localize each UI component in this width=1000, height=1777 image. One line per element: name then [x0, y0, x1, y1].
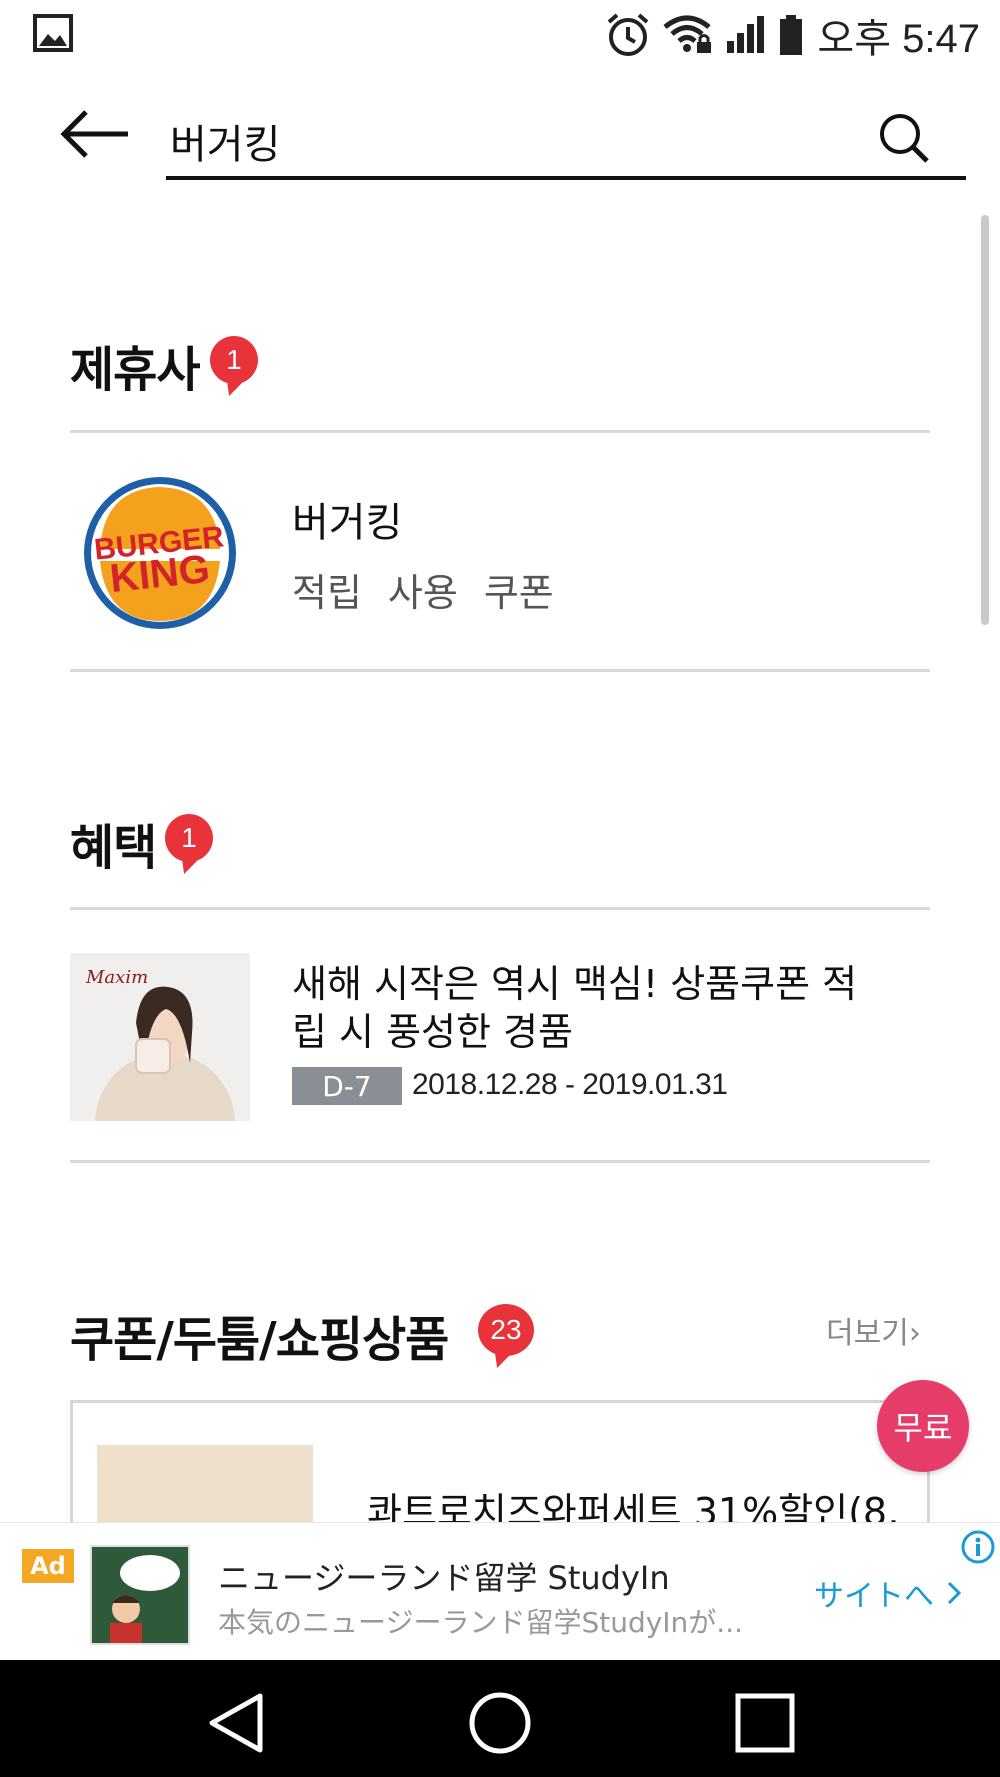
benefits-title: 혜택: [70, 820, 157, 876]
search-icon[interactable]: [878, 112, 930, 164]
status-icons: 오후 5:47: [605, 10, 980, 61]
burger-king-logo: BURGER KING: [84, 477, 236, 629]
ad-label: Ad: [22, 1549, 74, 1583]
dday-badge: D-7: [292, 1067, 402, 1105]
alarm-icon: [608, 13, 649, 56]
ad-description: 本気のニュージーランド留学StudyInが...: [218, 1606, 743, 1639]
ad-title: ニュージーランド留学 StudyIn: [218, 1559, 670, 1597]
status-bar: 오후 5:47: [0, 0, 1000, 72]
chevron-right-icon: [947, 1581, 962, 1605]
partner-tag: 사용: [387, 571, 458, 615]
status-time: 오후 5:47: [817, 17, 980, 61]
battery-icon: [780, 15, 803, 55]
coupons-title: 쿠폰/두툼/쇼핑상품: [70, 1312, 449, 1368]
coupons-count-badge: 23: [478, 1304, 534, 1356]
partner-tags: 적립 사용 쿠폰: [292, 562, 554, 617]
search-header: 버거킹: [0, 80, 1000, 190]
nav-recents-icon[interactable]: [730, 1688, 800, 1758]
free-badge: 무료: [877, 1380, 969, 1472]
ad-info-icon[interactable]: [960, 1529, 996, 1565]
benefit-period: 2018.12.28 - 2019.01.31: [412, 1068, 728, 1101]
back-arrow-icon[interactable]: [58, 106, 132, 162]
divider: [70, 907, 930, 910]
benefit-thumbnail: Maxim: [70, 953, 250, 1121]
ad-banner[interactable]: Ad ニュージーランド留学 StudyIn 本気のニュージーランド留学Study…: [0, 1522, 1000, 1660]
benefits-count-badge: 1: [165, 814, 213, 862]
ad-cta-button[interactable]: サイトへ: [814, 1571, 962, 1615]
more-link[interactable]: 더보기›: [826, 1308, 921, 1352]
more-link-label[interactable]: 더보기: [826, 1316, 909, 1351]
benefit-title: 새해 시작은 역시 맥심! 상품쿠폰 적립 시 풍성한 경품: [292, 962, 858, 1054]
partner-tag: 쿠폰: [483, 571, 554, 615]
nav-home-icon[interactable]: [465, 1688, 535, 1758]
partner-name: 버거킹: [292, 500, 403, 546]
gallery-icon: [33, 14, 73, 52]
partners-count-badge: 1: [210, 336, 258, 384]
maxim-brand-text: Maxim: [85, 967, 148, 988]
partners-title: 제휴사: [70, 342, 200, 398]
ad-child-illustration: [92, 1547, 188, 1643]
maxim-promo-image: Maxim: [70, 953, 250, 1121]
divider: [70, 669, 930, 672]
scrollbar[interactable]: [981, 215, 989, 625]
wifi-lock-icon: [663, 15, 712, 53]
ad-cta-label[interactable]: サイトへ: [814, 1571, 934, 1615]
partner-tag: 적립: [292, 571, 362, 615]
search-input[interactable]: 버거킹: [166, 90, 966, 180]
divider: [70, 430, 930, 433]
chevron-right-icon: ›: [908, 1316, 921, 1351]
signal-icon: [727, 16, 765, 53]
search-query[interactable]: 버거킹: [170, 112, 280, 170]
divider: [70, 1160, 930, 1163]
nav-back-icon[interactable]: [202, 1688, 272, 1758]
ad-image: [90, 1545, 190, 1645]
navigation-bar: [0, 1660, 1000, 1777]
screen: 오후 5:47 버거킹 제휴사 1 BURGER KING 버거킹 적립 사용 …: [0, 0, 1000, 1777]
